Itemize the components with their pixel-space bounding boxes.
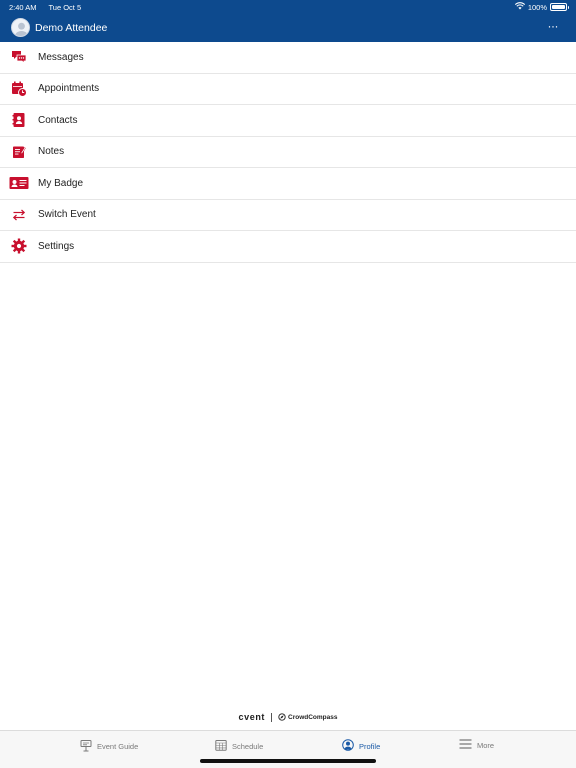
menu-item-label: Notes [38,146,65,158]
menu-item-switch-event[interactable]: Switch Event [0,200,576,231]
tab-label: Profile [359,741,381,751]
messages-icon [11,49,27,65]
schedule-icon [215,739,227,753]
tab-profile[interactable]: Profile [342,739,380,753]
tab-label: More [477,740,495,750]
settings-icon [11,238,27,254]
profile-menu: Messages Appointments Contacts Notes My … [0,42,576,263]
battery-percent: 100% [527,2,547,12]
home-indicator[interactable] [200,759,376,763]
menu-item-notes[interactable]: Notes [0,137,576,168]
tab-schedule[interactable]: Schedule [215,739,263,753]
branding-footer: cvent CrowdCompass [0,710,576,724]
menu-item-my-badge[interactable]: My Badge [0,168,576,200]
status-date: Tue Oct 5 [48,3,82,12]
menu-item-messages[interactable]: Messages [0,42,576,74]
menu-item-label: My Badge [38,177,84,189]
more-options-button[interactable]: ··· [548,19,559,33]
menu-item-contacts[interactable]: Contacts [0,105,576,137]
crowdcompass-logo: CrowdCompass [278,713,338,721]
status-time: 2:40 AM [9,3,37,12]
badge-icon [9,175,29,191]
hamburger-icon [459,739,472,751]
menu-item-appointments[interactable]: Appointments [0,74,576,105]
switch-event-icon [11,207,27,223]
profile-icon [342,739,354,753]
menu-item-label: Messages [38,51,84,63]
tab-event-guide[interactable]: Event Guide [80,739,138,754]
menu-item-label: Settings [38,240,75,252]
tab-more[interactable]: More [459,739,494,751]
crowdcompass-text: CrowdCompass [288,713,338,721]
wifi-icon [514,2,525,12]
notes-icon [11,144,27,160]
battery-icon [550,3,569,11]
cvent-logo: cvent [238,712,266,722]
menu-item-label: Appointments [38,83,100,95]
app-header: Demo Attendee ··· [0,14,576,42]
avatar[interactable] [11,18,30,37]
status-bar: 2:40 AM Tue Oct 5 100% [0,0,576,14]
event-guide-icon [80,739,92,754]
tab-label: Schedule [232,741,264,751]
menu-item-label: Contacts [38,114,78,126]
compass-icon [278,713,286,721]
page-title: Demo Attendee [35,22,108,34]
brand-divider [271,712,273,722]
menu-item-label: Switch Event [38,209,96,221]
tab-label: Event Guide [97,742,139,751]
contacts-icon [11,112,27,128]
appointments-icon [11,81,27,97]
menu-item-settings[interactable]: Settings [0,231,576,263]
